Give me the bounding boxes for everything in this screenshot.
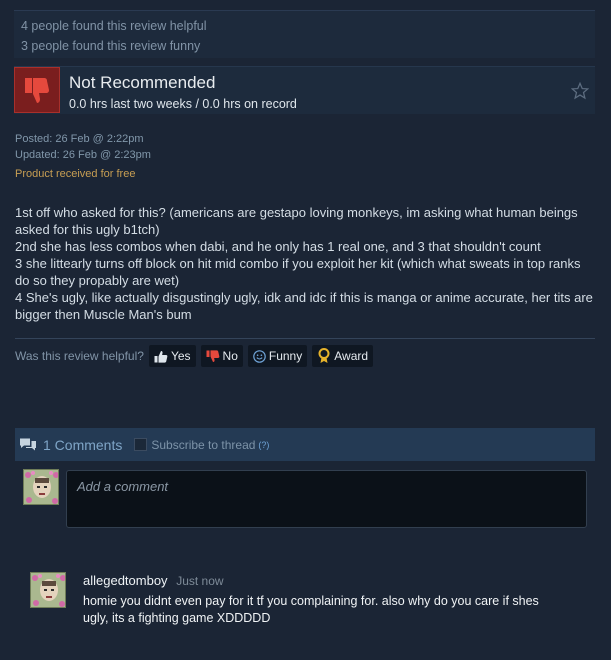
subscribe-checkbox[interactable]	[134, 438, 148, 451]
comment-input[interactable]: Add a comment	[66, 470, 587, 528]
award-icon	[318, 348, 330, 363]
yes-label: Yes	[170, 349, 191, 363]
helpful-vote-row: Was this review helpful? Yes No Funny Aw…	[15, 345, 374, 367]
recommendation-title: Not Recommended	[69, 73, 216, 92]
helpful-question: Was this review helpful?	[15, 349, 144, 363]
product-received-free: Product received for free	[15, 168, 136, 180]
smiley-icon	[253, 349, 266, 363]
no-label: No	[222, 349, 238, 363]
comments-count: 1 Comments	[43, 436, 123, 453]
review-stats: 4 people found this review helpful 3 peo…	[14, 10, 595, 58]
subscribe-to-thread[interactable]: Subscribe to thread (?)	[134, 438, 269, 452]
updated-date: Updated: 26 Feb @ 2:23pm	[15, 149, 151, 161]
playtime-hours: 0.0 hrs last two weeks / 0.0 hrs on reco…	[69, 97, 297, 111]
review-paragraph: 4 She's ugly, like actually disgustingly…	[15, 290, 593, 322]
review-paragraph: 1st off who asked for this? (americans a…	[15, 205, 578, 237]
comments-header: 1 Comments Subscribe to thread (?)	[15, 428, 595, 461]
comment-author-avatar[interactable]	[30, 572, 66, 608]
award-label: Award	[334, 349, 369, 363]
recommendation-header: Not Recommended 0.0 hrs last two weeks /…	[14, 66, 595, 114]
no-button[interactable]: No	[200, 345, 243, 367]
award-button[interactable]: Award	[312, 345, 374, 367]
funny-label: Funny	[268, 349, 303, 363]
star-icon[interactable]	[571, 82, 589, 100]
comment-text: homie you didnt even pay for it tf you c…	[83, 594, 539, 625]
comment-bubbles-icon	[20, 438, 36, 450]
comment-author-line: allegedtomboy Just now	[83, 573, 224, 588]
divider	[15, 338, 595, 339]
help-link[interactable]: (?)	[258, 440, 269, 450]
funny-button[interactable]: Funny	[247, 345, 308, 367]
thumbs-up-icon	[154, 350, 168, 363]
review-paragraph: 3 she littearly turns off block on hit m…	[15, 256, 581, 288]
avatar[interactable]	[23, 469, 59, 505]
thumbs-down-small-icon	[206, 349, 219, 362]
comment-author-name[interactable]: allegedtomboy	[83, 573, 168, 588]
subscribe-label: Subscribe to thread	[151, 437, 256, 452]
funny-count: 3 people found this review funny	[21, 39, 201, 53]
comment-timestamp: Just now	[176, 574, 224, 588]
review-dates: Posted: 26 Feb @ 2:22pm Updated: 26 Feb …	[15, 131, 151, 163]
review-paragraph: 2nd she has less combos when dabi, and h…	[15, 239, 541, 254]
helpful-count: 4 people found this review helpful	[21, 19, 207, 33]
review-body: 1st off who asked for this? (americans a…	[15, 204, 595, 323]
yes-button[interactable]: Yes	[148, 345, 196, 367]
posted-date: Posted: 26 Feb @ 2:22pm	[15, 133, 144, 145]
thumbs-down-icon	[14, 67, 60, 113]
